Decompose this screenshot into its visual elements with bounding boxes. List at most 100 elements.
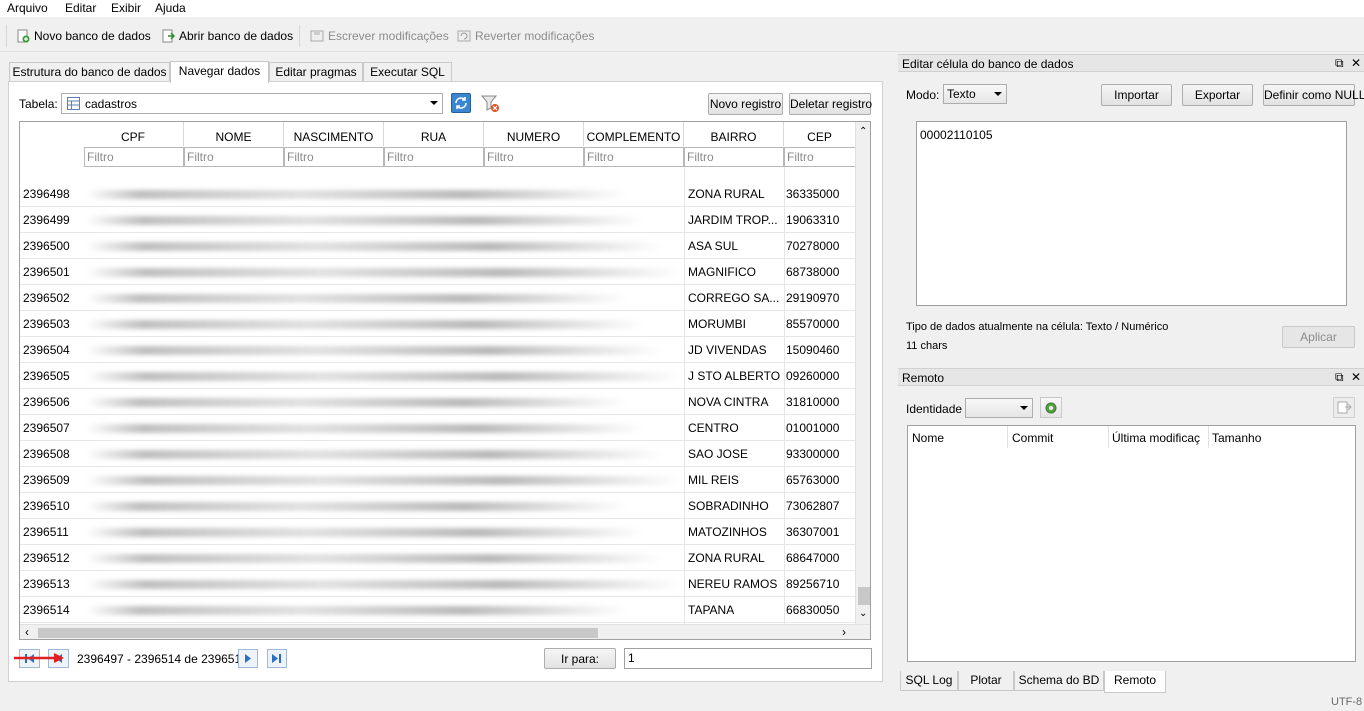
row-number[interactable]: 2396511 (23, 519, 69, 545)
goto-button[interactable]: Ir para: (544, 648, 616, 669)
tab-db-schema[interactable]: Schema do BD (1014, 671, 1104, 691)
row-number[interactable]: 2396505 (23, 363, 70, 389)
export-button[interactable]: Exportar (1182, 84, 1253, 106)
filter-numero[interactable]: Filtro (484, 147, 584, 167)
scroll-down-icon[interactable]: ⌄ (859, 608, 867, 619)
menu-exibir[interactable]: Exibir (111, 0, 141, 16)
cell-bairro[interactable]: J STO ALBERTO (686, 363, 784, 389)
cell-bairro[interactable]: JARDIM TROP... (686, 207, 784, 233)
remote-tree[interactable]: Nome Commit Última modificaç Tamanho (907, 425, 1356, 662)
cell-bairro[interactable]: TAPANA (686, 597, 784, 623)
identity-select[interactable] (965, 398, 1033, 418)
cell-cep[interactable]: 73062807 (784, 493, 856, 519)
row-number[interactable]: 2396501 (23, 259, 70, 285)
cell-bairro[interactable]: ASA SUL (686, 233, 784, 259)
horizontal-scrollbar[interactable]: ‹ › (20, 624, 870, 639)
scroll-left-icon[interactable]: ‹ (25, 625, 29, 639)
next-page-button[interactable] (238, 649, 258, 668)
filter-bairro[interactable]: Filtro (684, 147, 784, 167)
cell-cep[interactable]: 01001000 (784, 415, 856, 441)
row-number[interactable]: 2396506 (23, 389, 70, 415)
cell-cep[interactable]: 09260000 (784, 363, 856, 389)
float-dock-icon[interactable]: ⧉ (1335, 369, 1344, 386)
table-row[interactable]: 2396512 ZONA RURAL 68647000 (20, 545, 855, 571)
table-row[interactable]: 2396508 SAO JOSE 93300000 (20, 441, 855, 467)
remote-col-size[interactable]: Tamanho (1212, 431, 1261, 445)
cell-cep[interactable]: 31810000 (784, 389, 856, 415)
cell-cep[interactable]: 68738000 (784, 259, 856, 285)
identity-settings-button[interactable] (1040, 397, 1062, 418)
row-number[interactable]: 2396512 (23, 545, 70, 571)
cell-cep[interactable]: 15090460 (784, 337, 856, 363)
cell-cep[interactable]: 36335000 (784, 181, 856, 207)
column-header-cep[interactable]: CEP (784, 122, 856, 146)
cell-bairro[interactable]: ZONA RURAL (686, 181, 784, 207)
scroll-right-icon[interactable]: › (842, 625, 846, 639)
close-dock-icon[interactable]: ✕ (1351, 55, 1361, 72)
cell-bairro[interactable]: CORREGO SA... (686, 285, 784, 311)
table-row[interactable]: 2396504 JD VIVENDAS 15090460 (20, 337, 855, 363)
cell-cep[interactable]: 19063310 (784, 207, 856, 233)
tab-structure[interactable]: Estrutura do banco de dados (9, 62, 170, 82)
column-header-rua[interactable]: RUA (384, 122, 484, 146)
row-number[interactable]: 2396509 (23, 467, 70, 493)
row-number[interactable]: 2396514 (23, 597, 70, 623)
menu-arquivo[interactable]: Arquivo (7, 0, 48, 16)
cell-bairro[interactable]: MATOZINHOS (686, 519, 784, 545)
cell-bairro[interactable]: ZONA RURAL (686, 545, 784, 571)
row-number[interactable]: 2396503 (23, 311, 70, 337)
table-row[interactable]: 2396507 CENTRO 01001000 (20, 415, 855, 441)
vertical-scroll-thumb[interactable] (858, 587, 870, 605)
close-dock-icon[interactable]: ✕ (1351, 369, 1361, 386)
refresh-button[interactable] (451, 93, 471, 113)
write-changes-button[interactable]: Escrever modificações (310, 26, 449, 46)
cell-cep[interactable]: 66830050 (784, 597, 856, 623)
menu-ajuda[interactable]: Ajuda (155, 0, 186, 16)
row-number[interactable]: 2396500 (23, 233, 70, 259)
remote-col-last-modified[interactable]: Última modificaç (1112, 431, 1204, 445)
remote-push-button[interactable] (1333, 397, 1355, 418)
column-header-nascimento[interactable]: NASCIMENTO (284, 122, 384, 146)
set-null-button[interactable]: Definir como NULL (1263, 84, 1364, 106)
table-row[interactable]: 2396514 TAPANA 66830050 (20, 597, 855, 623)
table-row[interactable]: 2396499 JARDIM TROP... 19063310 (20, 207, 855, 233)
table-row[interactable]: 2396513 NEREU RAMOS 89256710 (20, 571, 855, 597)
tab-remote[interactable]: Remoto (1104, 671, 1166, 693)
row-number[interactable]: 2396507 (23, 415, 70, 441)
cell-bairro[interactable]: JD VIVENDAS (686, 337, 784, 363)
cell-cep[interactable]: 36307001 (784, 519, 856, 545)
table-row[interactable]: 2396498 ZONA RURAL 36335000 (20, 181, 855, 207)
cell-cep[interactable]: 65763000 (784, 467, 856, 493)
column-header-numero[interactable]: NUMERO (484, 122, 584, 146)
cell-cep[interactable]: 89256710 (784, 571, 856, 597)
row-number[interactable]: 2396504 (23, 337, 70, 363)
mode-select[interactable]: Texto (943, 84, 1007, 104)
row-number[interactable]: 2396513 (23, 571, 70, 597)
filter-rua[interactable]: Filtro (384, 147, 484, 167)
cell-bairro[interactable]: NEREU RAMOS (686, 571, 784, 597)
filter-cpf[interactable]: Filtro (84, 147, 184, 167)
table-row[interactable]: 2396502 CORREGO SA... 29190970 (20, 285, 855, 311)
cell-bairro[interactable]: CENTRO (686, 415, 784, 441)
row-number[interactable]: 2396498 (23, 181, 70, 207)
remote-col-commit[interactable]: Commit (1012, 431, 1053, 445)
table-select[interactable]: cadastros (61, 93, 443, 114)
cell-bairro[interactable]: SOBRADINHO (686, 493, 784, 519)
new-record-button[interactable]: Novo registro (708, 93, 783, 115)
data-grid[interactable]: CPF NOME NASCIMENTO RUA NUMERO COMPLEMEN… (19, 121, 871, 640)
table-row[interactable]: 2396503 MORUMBI 85570000 (20, 311, 855, 337)
goto-input[interactable]: 1 (624, 648, 872, 669)
menu-editar[interactable]: Editar (65, 0, 96, 16)
cell-cep[interactable]: 70278000 (784, 233, 856, 259)
column-header-cpf[interactable]: CPF (83, 122, 184, 146)
cell-bairro[interactable]: MIL REIS (686, 467, 784, 493)
filter-nascimento[interactable]: Filtro (284, 147, 384, 167)
table-row[interactable]: 2396510 SOBRADINHO 73062807 (20, 493, 855, 519)
column-header-complemento[interactable]: COMPLEMENTO (584, 122, 684, 146)
cell-bairro[interactable]: NOVA CINTRA (686, 389, 784, 415)
tab-browse-data[interactable]: Navegar dados (170, 61, 269, 83)
float-dock-icon[interactable]: ⧉ (1335, 55, 1344, 72)
column-header-nome[interactable]: NOME (184, 122, 284, 146)
tab-sql-log[interactable]: SQL Log (900, 671, 958, 691)
column-header-bairro[interactable]: BAIRRO (684, 122, 784, 146)
